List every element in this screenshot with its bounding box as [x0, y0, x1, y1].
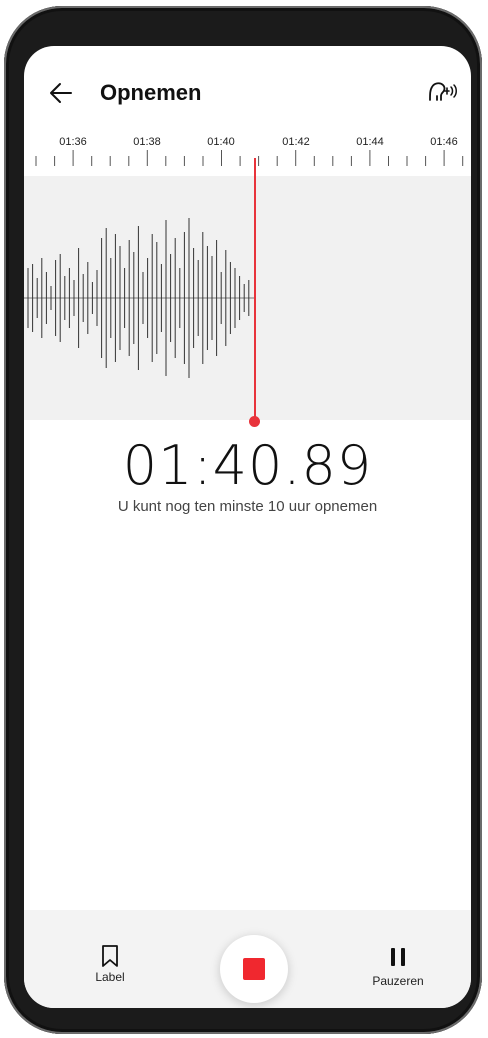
- back-button[interactable]: [44, 76, 78, 110]
- phone-frame: Opnemen 01:36 01:38 01:40 01:42 01:44 01…: [4, 6, 482, 1034]
- screen: Opnemen 01:36 01:38 01:40 01:42 01:44 01…: [24, 46, 471, 1008]
- voice-mode-button[interactable]: [426, 78, 458, 106]
- arrow-left-icon: [50, 83, 72, 103]
- label-button-text: Label: [95, 970, 125, 984]
- playhead-handle[interactable]: [249, 416, 260, 427]
- waveform: [24, 218, 254, 378]
- pause-button[interactable]: Pauzeren: [368, 948, 428, 998]
- pause-icon: [368, 948, 428, 966]
- playhead-line: [254, 158, 256, 422]
- waveform-area: [24, 176, 471, 420]
- ruler-ticks: [35, 150, 464, 166]
- pause-button-text: Pauzeren: [372, 974, 424, 988]
- elapsed-time: 01:40.89: [122, 434, 373, 497]
- stop-button[interactable]: [220, 935, 288, 1003]
- label-button[interactable]: Label: [90, 944, 130, 994]
- time-ruler: 01:36 01:38 01:40 01:42 01:44 01:46: [24, 136, 471, 176]
- remaining-time-text: U kunt nog ten minste 10 uur opnemen: [117, 498, 378, 515]
- page-title: Opnemen: [100, 80, 202, 105]
- voice-speaker-icon: [429, 82, 457, 101]
- stop-icon: [243, 958, 265, 980]
- control-bar: Label Pauzeren: [24, 910, 471, 1008]
- bookmark-icon: [102, 945, 118, 967]
- app-header: Opnemen: [24, 46, 471, 136]
